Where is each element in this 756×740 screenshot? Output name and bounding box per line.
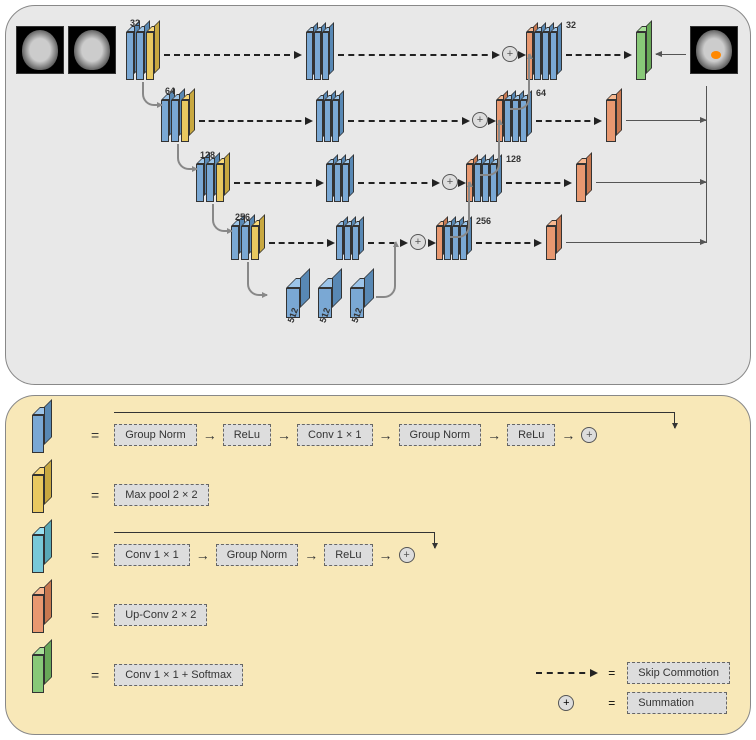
sym-skip-label: Skip Commotion <box>627 662 730 684</box>
out-line-4 <box>566 242 706 243</box>
eq-sym1: = <box>608 666 615 680</box>
down-3 <box>212 204 232 232</box>
up-4 <box>510 54 530 110</box>
eq-sym2: = <box>608 696 615 710</box>
symbol-legend: = Skip Commotion + = Summation <box>536 662 730 714</box>
architecture-panel: 32 64 128 256 512 512 512 <box>5 5 751 385</box>
eq-5: = <box>91 667 99 683</box>
collector-vline <box>706 86 707 243</box>
skip-arrow-3a <box>234 182 322 184</box>
sum-node-4: + <box>410 234 426 250</box>
ch-dec2: 64 <box>536 88 546 98</box>
op-blue-4: Group Norm <box>399 424 482 446</box>
skip-arrow-2b <box>348 120 468 122</box>
ch-enc4: 256 <box>235 212 250 222</box>
op-blue-1: Group Norm <box>114 424 197 446</box>
op-yellow: Max pool 2 × 2 <box>114 484 208 506</box>
op-cyan-1: Conv 1 × 1 <box>114 544 190 566</box>
skip-corner-cyan <box>434 532 435 548</box>
dec-to-out-2 <box>536 120 600 122</box>
op-blue-3: Conv 1 × 1 <box>297 424 373 446</box>
eq-1: = <box>91 427 99 443</box>
legend-row-cyan: = Conv 1 × 1 → Group Norm → ReLu → + <box>26 531 730 579</box>
ch-enc2: 64 <box>165 86 175 96</box>
dec-to-out-4 <box>476 242 540 244</box>
down-2 <box>177 144 197 170</box>
flow-arrow-icon: → <box>379 547 393 563</box>
eq-2: = <box>91 487 99 503</box>
dash-symbol-icon <box>536 672 596 674</box>
ch-dec4: 256 <box>476 216 491 226</box>
input-image-2 <box>68 26 116 74</box>
sum-symbol-icon: + <box>558 695 574 711</box>
eq-3: = <box>91 547 99 563</box>
ch-enc1: 32 <box>130 18 140 28</box>
skip-arrow-1b <box>338 54 498 56</box>
output-image <box>690 26 738 74</box>
down-4 <box>247 262 267 296</box>
eq-4: = <box>91 607 99 623</box>
legend-row-blue: = Group Norm → ReLu → Conv 1 × 1 → Group… <box>26 411 730 459</box>
to-output-arrow-rev <box>656 54 686 55</box>
op-blue-2: ReLu <box>223 424 271 446</box>
out-line-2 <box>626 120 706 121</box>
op-cyan-3: ReLu <box>324 544 372 566</box>
sym-sum-label: Summation <box>627 692 727 714</box>
down-1 <box>142 82 162 106</box>
out-line-3 <box>596 182 706 183</box>
flow-arrow-icon: → <box>561 427 575 443</box>
op-orange: Up-Conv 2 × 2 <box>114 604 207 626</box>
skip-arrow-4a <box>269 242 333 244</box>
legend-sum-blue: + <box>581 427 597 443</box>
legend-panel: = Group Norm → ReLu → Conv 1 × 1 → Group… <box>5 395 751 735</box>
skip-line-cyan <box>114 532 434 533</box>
skip-arrow-1a <box>164 54 300 56</box>
skip-line-blue <box>114 412 674 413</box>
op-green: Conv 1 × 1 + Softmax <box>114 664 242 686</box>
legend-row-orange: = Up-Conv 2 × 2 <box>26 591 730 639</box>
flow-arrow-icon: → <box>277 427 291 443</box>
flow-arrow-icon: → <box>379 427 393 443</box>
ch-enc3: 128 <box>200 150 215 160</box>
up-1 <box>376 242 396 298</box>
flow-arrow-icon: → <box>196 547 210 563</box>
sum-to-dec-4 <box>428 242 434 244</box>
flow-arrow-icon: → <box>487 427 501 443</box>
skip-arrow-2a <box>199 120 311 122</box>
skip-arrow-3b <box>358 182 438 184</box>
dec-to-out-1 <box>566 54 630 56</box>
flow-arrow-icon: → <box>203 427 217 443</box>
skip-corner-blue <box>674 412 675 428</box>
up-2 <box>450 182 470 238</box>
dec-to-out-3 <box>506 182 570 184</box>
input-image-1 <box>16 26 64 74</box>
ch-dec3: 128 <box>506 154 521 164</box>
op-cyan-2: Group Norm <box>216 544 299 566</box>
legend-sum-cyan: + <box>399 547 415 563</box>
ch-dec1: 32 <box>566 20 576 30</box>
up-3 <box>480 120 500 176</box>
op-blue-5: ReLu <box>507 424 555 446</box>
flow-arrow-icon: → <box>304 547 318 563</box>
legend-row-yellow: = Max pool 2 × 2 <box>26 471 730 519</box>
